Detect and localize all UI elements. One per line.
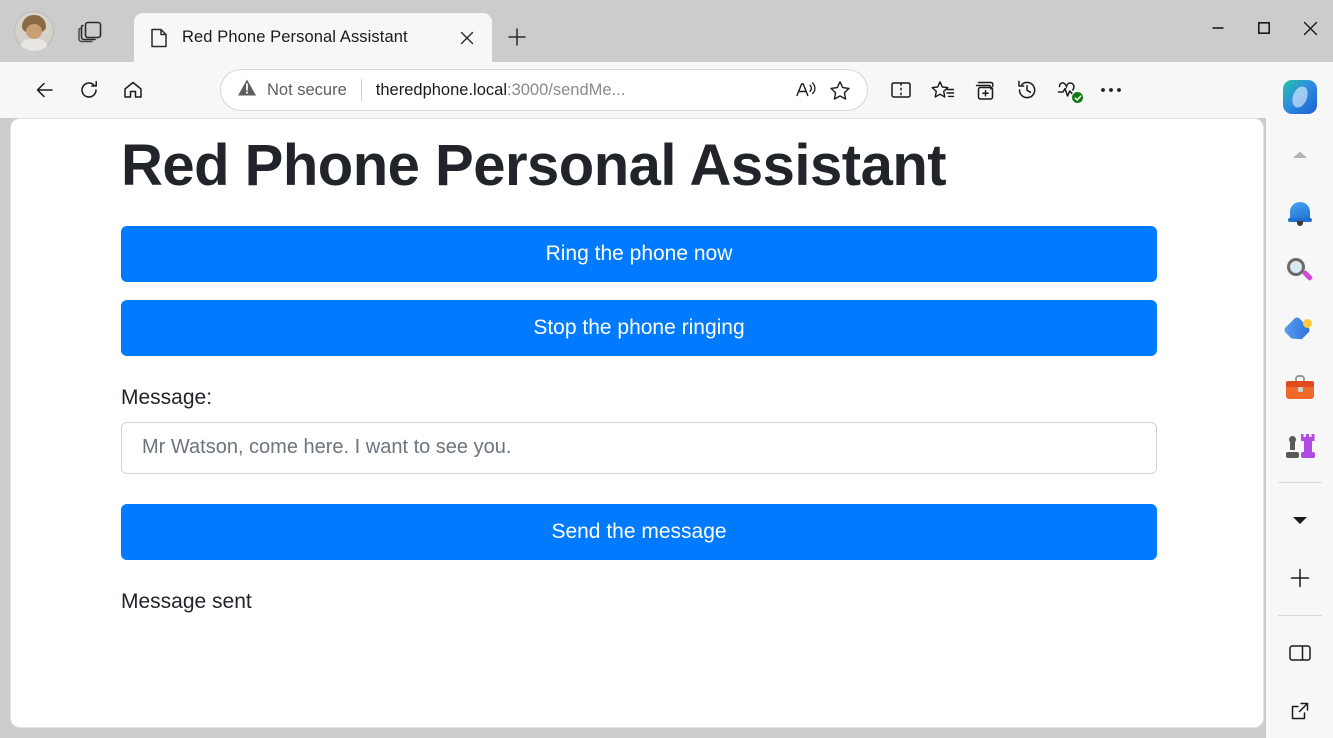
sidebar-panel-icon xyxy=(1288,645,1311,661)
back-button[interactable] xyxy=(26,71,64,109)
price-tag-icon xyxy=(1287,317,1313,341)
sidebar-item-notifications[interactable] xyxy=(1277,190,1323,236)
sidebar-scroll-up[interactable] xyxy=(1277,132,1323,178)
sidebar-divider-top xyxy=(1277,482,1322,483)
copilot-icon xyxy=(1282,80,1317,114)
sidebar-open-in-new[interactable] xyxy=(1277,688,1323,734)
security-status-label: Not secure xyxy=(267,80,347,99)
split-screen-icon[interactable] xyxy=(880,69,922,111)
sidebar-add-app[interactable] xyxy=(1277,555,1323,601)
sidebar-item-tools[interactable] xyxy=(1277,364,1323,410)
page-body: Red Phone Personal Assistant Ring the ph… xyxy=(11,119,1263,614)
window-controls xyxy=(1195,0,1333,56)
chess-pieces-icon xyxy=(1285,432,1315,458)
new-tab-button[interactable] xyxy=(500,20,534,54)
message-input[interactable] xyxy=(121,421,1157,474)
profile-avatar[interactable] xyxy=(14,11,54,51)
url-text: theredphone.local:3000/sendMe... xyxy=(376,81,789,100)
health-status-badge xyxy=(1071,91,1084,104)
open-in-new-icon xyxy=(1291,702,1308,720)
notification-bell-icon xyxy=(1287,200,1312,226)
minimize-button[interactable] xyxy=(1195,0,1241,56)
toolbar-action-buttons xyxy=(880,69,1132,111)
status-message: Message sent xyxy=(121,589,252,613)
avatar-body xyxy=(20,39,48,51)
favorites-icon[interactable] xyxy=(922,69,964,111)
send-message-button[interactable]: Send the message xyxy=(121,503,1157,560)
tab-actions-icon[interactable] xyxy=(78,18,106,44)
settings-and-more-icon[interactable] xyxy=(1090,69,1132,111)
collections-icon[interactable] xyxy=(964,69,1006,111)
sidebar-item-shopping[interactable] xyxy=(1277,306,1323,352)
address-bar[interactable]: Not secure theredphone.local:3000/sendMe… xyxy=(220,69,868,111)
home-button[interactable] xyxy=(114,71,152,109)
page-content-area: Red Phone Personal Assistant Ring the ph… xyxy=(10,118,1264,728)
refresh-button[interactable] xyxy=(70,71,108,109)
browser-tab[interactable]: Red Phone Personal Assistant xyxy=(134,13,492,62)
message-label: Message: xyxy=(121,385,213,409)
tab-title: Red Phone Personal Assistant xyxy=(182,28,408,46)
close-window-button[interactable] xyxy=(1287,0,1333,56)
page-title: Red Phone Personal Assistant xyxy=(121,133,947,198)
sidebar-toggle-pane[interactable] xyxy=(1277,630,1323,676)
toolbox-icon xyxy=(1285,375,1314,399)
avatar-face xyxy=(26,24,42,39)
history-icon[interactable] xyxy=(1006,69,1048,111)
sidebar-scroll-down[interactable] xyxy=(1277,497,1323,543)
sidebar-item-copilot[interactable] xyxy=(1277,74,1323,120)
url-path: :3000/sendMe... xyxy=(506,80,626,99)
url-host: theredphone.local xyxy=(375,80,507,99)
title-bar: Red Phone Personal Assistant xyxy=(0,0,1333,62)
document-icon xyxy=(150,28,168,48)
read-aloud-icon[interactable] xyxy=(789,73,823,107)
ring-phone-button[interactable]: Ring the phone now xyxy=(121,225,1157,282)
search-icon xyxy=(1286,258,1313,284)
chevron-down-icon xyxy=(1292,517,1307,524)
address-bar-separator xyxy=(360,79,362,101)
sidebar-item-search[interactable] xyxy=(1277,248,1323,294)
sidebar-divider-bottom xyxy=(1277,615,1322,616)
browser-essentials-icon[interactable] xyxy=(1048,69,1090,111)
plus-icon xyxy=(1290,568,1309,588)
maximize-button[interactable] xyxy=(1241,0,1287,56)
favorite-star-icon[interactable] xyxy=(823,73,857,107)
edge-sidebar xyxy=(1266,62,1333,738)
chevron-up-icon xyxy=(1292,151,1307,158)
close-tab-icon[interactable] xyxy=(454,25,480,51)
sidebar-item-games[interactable] xyxy=(1277,422,1323,468)
warning-triangle-icon[interactable] xyxy=(237,78,257,102)
stop-ringing-button[interactable]: Stop the phone ringing xyxy=(121,299,1157,356)
browser-window: Red Phone Personal Assistant Not secure … xyxy=(0,0,1333,738)
